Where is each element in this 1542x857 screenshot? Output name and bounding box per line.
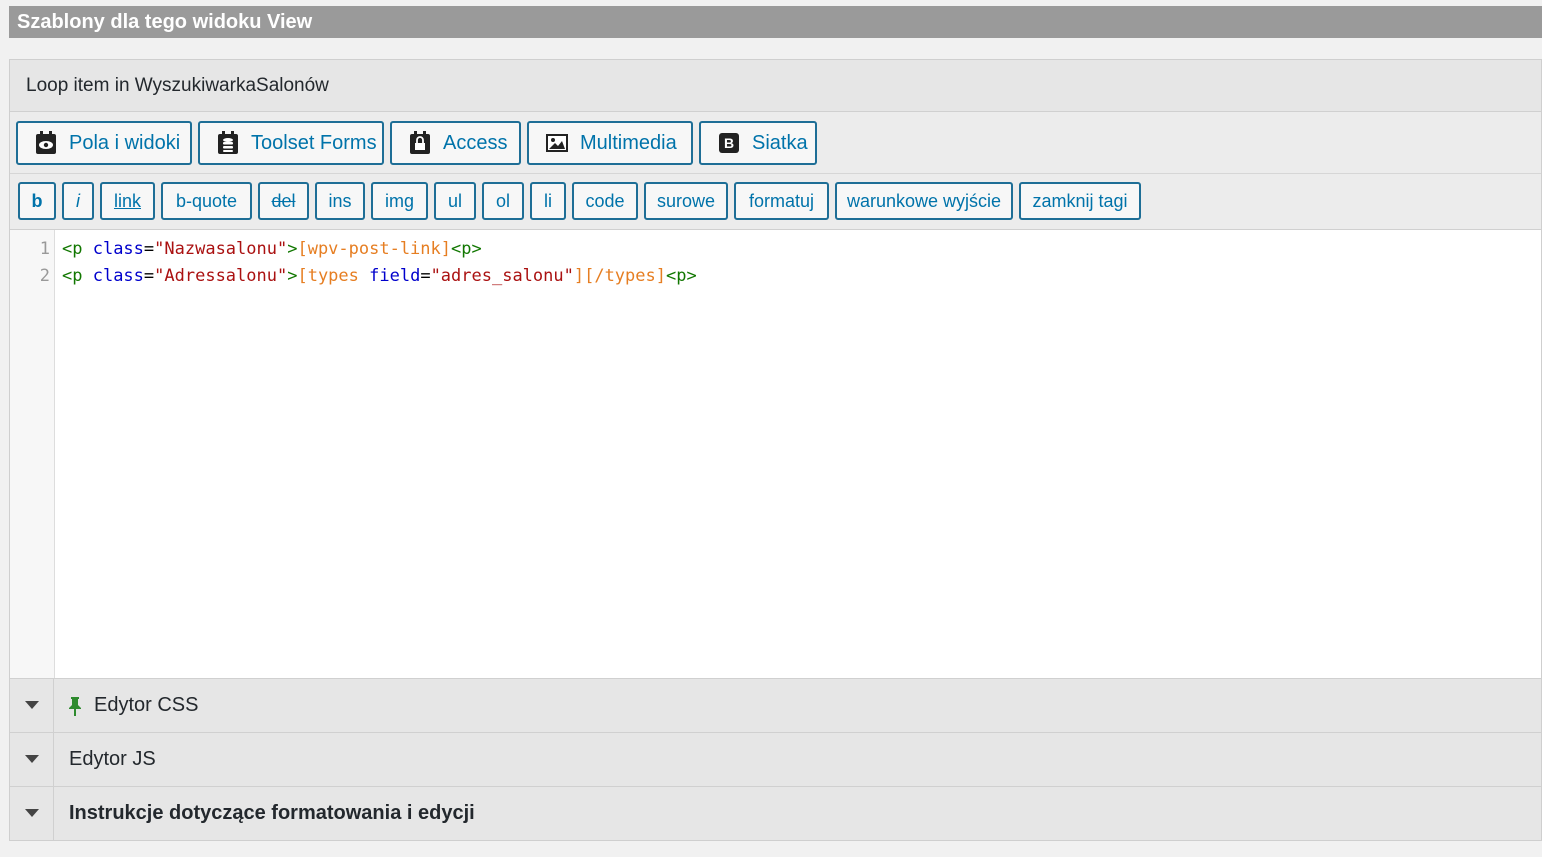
button-label: Access [443,131,508,154]
code-token: <p> [665,266,697,286]
code-token: [wpv-post-link] [297,239,451,259]
code-token: <p> [451,239,482,259]
quicktag-i-button[interactable]: i [62,182,94,220]
multimedia-button[interactable]: Multimedia [527,121,693,165]
line-number: 1 [39,239,50,259]
quicktag-zamknij-tagi-button[interactable]: zamknij tagi [1019,182,1141,220]
quicktags-toolbar: b i link b-quote del ins img ul ol li co… [10,174,1541,230]
line-number-gutter: 1 2 [10,230,55,678]
button-label: Siatka [752,131,808,154]
quicktag-formatuj-button[interactable]: formatuj [734,182,829,220]
bootstrap-icon: B [718,131,740,155]
code-token: class [92,266,144,286]
accordion-label: Edytor JS [69,748,156,770]
code-token: [types [297,266,370,286]
quicktag-li-button[interactable]: li [530,182,566,220]
expand-arrow[interactable] [10,679,54,732]
svg-text:B: B [724,135,734,151]
siatka-button[interactable]: B Siatka [699,121,817,165]
caret-down-icon [24,805,40,823]
pola-i-widoki-button[interactable]: Pola i widoki [16,121,192,165]
quicktag-img-button[interactable]: img [371,182,428,220]
code-line[interactable]: <p class="Nazwasalonu">[wpv-post-link]<p… [62,239,482,259]
code-token: "adres_salonu" [430,266,574,286]
eye-icon [35,131,57,155]
access-button[interactable]: Access [390,121,521,165]
image-icon [546,131,568,155]
css-editor-accordion[interactable]: Edytor CSS [10,678,1541,732]
accordion-label: Instrukcje dotyczące formatowania i edyc… [69,802,475,824]
code-token: "Adressalonu" [154,266,288,286]
quicktag-link-button[interactable]: link [100,182,155,220]
loop-item-panel: Loop item in WyszukiwarkaSalonów Pola i … [9,59,1542,841]
code-token: class [92,239,144,259]
code-editor[interactable]: 1 2 <p class="Nazwasalonu">[wpv-post-lin… [10,230,1541,678]
panel-title: Loop item in WyszukiwarkaSalonów [10,60,1541,112]
code-token: = [420,266,431,286]
code-token: <p [62,266,93,286]
code-token: > [287,266,298,286]
quicktag-ol-button[interactable]: ol [482,182,524,220]
quicktag-del-button[interactable]: del [258,182,309,220]
toolset-forms-button[interactable]: Toolset Forms [198,121,384,165]
code-line[interactable]: <p class="Adressalonu">[types field="adr… [62,266,697,286]
code-token: = [143,239,155,259]
lock-icon [409,131,431,155]
quicktag-surowe-button[interactable]: surowe [644,182,728,220]
button-label: Multimedia [580,131,677,154]
quicktag-b-button[interactable]: b [18,182,56,220]
code-token: ][/types] [573,266,666,286]
pin-icon [67,696,83,716]
code-token: > [287,239,298,259]
code-token: "Nazwasalonu" [154,239,288,259]
code-token: = [143,266,155,286]
formatting-instructions-accordion[interactable]: Instrukcje dotyczące formatowania i edyc… [10,786,1541,840]
quicktag-ins-button[interactable]: ins [315,182,365,220]
button-label: Toolset Forms [251,131,377,154]
expand-arrow[interactable] [10,733,54,786]
quicktag-bquote-button[interactable]: b-quote [161,182,252,220]
button-label: Pola i widoki [69,131,181,154]
line-number: 2 [39,266,50,286]
accordion-label: Edytor CSS [94,694,199,716]
section-header: Szablony dla tego widoku View [9,6,1542,38]
quicktag-code-button[interactable]: code [572,182,638,220]
fields-toolbar: Pola i widoki Toolset Forms Access Multi… [10,112,1541,174]
database-icon [217,131,239,155]
expand-arrow[interactable] [10,787,54,840]
quicktag-warunkowe-wyjscie-button[interactable]: warunkowe wyjście [835,182,1013,220]
js-editor-accordion[interactable]: Edytor JS [10,732,1541,786]
code-token: <p [62,239,93,259]
caret-down-icon [24,751,40,769]
quicktag-ul-button[interactable]: ul [434,182,476,220]
code-token: field [369,266,421,286]
caret-down-icon [24,697,40,715]
